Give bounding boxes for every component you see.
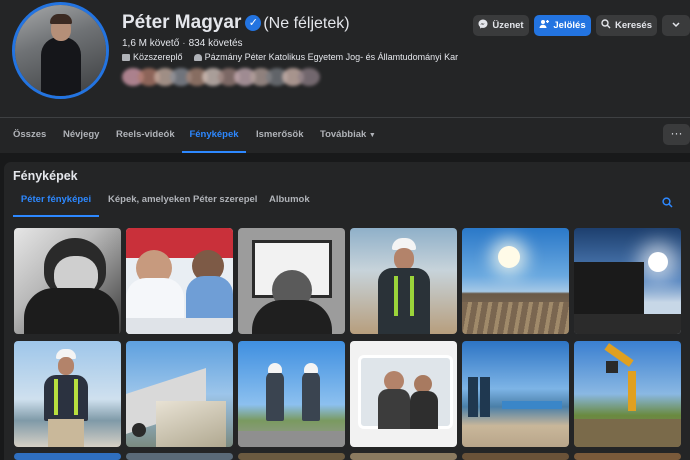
photo-thumbnail[interactable] bbox=[238, 453, 345, 460]
photo-ground bbox=[574, 419, 681, 447]
search-button-label: Keresés bbox=[615, 20, 652, 31]
message-button-label: Üzenet bbox=[492, 20, 524, 31]
verified-badge-icon: ✓ bbox=[245, 15, 262, 31]
photo-helmet bbox=[268, 363, 282, 373]
photo-excavator-boom bbox=[628, 371, 636, 411]
photo-sun bbox=[648, 252, 668, 272]
photos-search-icon[interactable] bbox=[662, 195, 673, 208]
photo-thumbnail[interactable] bbox=[238, 341, 345, 447]
friend-avatar bbox=[298, 68, 320, 86]
photo-thumbnail[interactable] bbox=[14, 341, 121, 447]
profile-education[interactable]: Pázmány Péter Katolikus Egyetem Jog- és … bbox=[205, 52, 459, 62]
photo-thumbnail[interactable] bbox=[574, 228, 681, 334]
tab-friends[interactable]: Ismerősök bbox=[256, 118, 304, 153]
avatar-figure bbox=[41, 37, 81, 96]
photo-thumbnail[interactable] bbox=[126, 341, 233, 447]
photo-table bbox=[126, 318, 233, 334]
tab-more[interactable]: Továbbiak ▼ bbox=[320, 118, 376, 153]
photo-thumbnail[interactable] bbox=[574, 341, 681, 447]
photo-water bbox=[502, 401, 562, 409]
messenger-icon bbox=[478, 19, 488, 32]
more-dots-button[interactable]: ··· bbox=[663, 124, 690, 145]
photo-wheel bbox=[132, 423, 146, 437]
tab-about[interactable]: Névjegy bbox=[63, 118, 99, 153]
photo-trousers bbox=[48, 419, 84, 447]
tag-button-label: Jelölés bbox=[553, 20, 586, 31]
photo-face bbox=[58, 357, 74, 375]
photo-excavator-bucket bbox=[606, 361, 618, 373]
photo-road bbox=[238, 431, 345, 447]
profile-avatar[interactable] bbox=[12, 2, 109, 99]
photo-jacket bbox=[410, 391, 438, 429]
photo-face bbox=[384, 371, 404, 391]
photo-thumbnail[interactable] bbox=[462, 341, 569, 447]
photo-shoulders bbox=[252, 300, 332, 334]
stats-separator: · bbox=[182, 38, 186, 49]
photo-jacket bbox=[378, 389, 410, 429]
more-dots-icon: ··· bbox=[670, 126, 683, 140]
photo-thumbnail[interactable] bbox=[126, 228, 233, 334]
photo-thumbnail[interactable] bbox=[350, 341, 457, 447]
graduation-cap-icon bbox=[193, 54, 202, 61]
photo-thumbnail[interactable] bbox=[350, 228, 457, 334]
followers-count[interactable]: 1,6 M követő bbox=[122, 38, 179, 49]
more-actions-button[interactable] bbox=[662, 15, 690, 36]
photo-vest-strip bbox=[410, 276, 414, 316]
following-count[interactable]: 834 követés bbox=[189, 38, 243, 49]
profile-role: Közszereplő bbox=[133, 52, 183, 62]
photo-sun bbox=[498, 246, 520, 268]
profile-info: Közszereplő Pázmány Péter Katolikus Egye… bbox=[122, 52, 458, 62]
photo-thumbnail[interactable] bbox=[350, 453, 457, 460]
subtab-albums[interactable]: Albumok bbox=[269, 186, 310, 217]
photo-person bbox=[480, 377, 490, 417]
photo-thumbnail[interactable] bbox=[126, 453, 233, 460]
photo-person bbox=[302, 371, 320, 421]
briefcase-icon bbox=[122, 54, 130, 61]
chevron-down-icon bbox=[672, 20, 680, 31]
photo-person bbox=[468, 377, 478, 417]
subtab-peter-photos[interactable]: Péter fényképei bbox=[13, 186, 99, 217]
photo-dust bbox=[156, 401, 226, 447]
photo-thumbnail[interactable] bbox=[462, 228, 569, 334]
profile-nickname: (Ne féljetek) bbox=[263, 15, 350, 32]
photo-vest-strip bbox=[54, 379, 58, 415]
photo-thumbnail[interactable] bbox=[574, 453, 681, 460]
photo-thumbnail[interactable] bbox=[462, 453, 569, 460]
caret-down-icon: ▼ bbox=[368, 132, 376, 139]
tag-button[interactable]: Jelölés bbox=[534, 15, 591, 36]
photo-face bbox=[394, 248, 414, 270]
photo-vest-strip bbox=[74, 379, 78, 415]
search-icon bbox=[601, 19, 611, 32]
photo-thumbnail[interactable] bbox=[238, 228, 345, 334]
photo-shoulders bbox=[24, 288, 119, 334]
profile-tabs: Összes Névjegy Reels-videók Fényképek Is… bbox=[0, 118, 690, 153]
photo-jacket bbox=[44, 375, 88, 421]
tab-reels[interactable]: Reels-videók bbox=[116, 118, 175, 153]
profile-name-text: Péter Magyar bbox=[122, 12, 242, 33]
avatar-hair bbox=[50, 14, 72, 24]
photo-helmet bbox=[304, 363, 318, 373]
photo-thumbnail[interactable] bbox=[14, 453, 121, 460]
photo-logs bbox=[462, 302, 569, 334]
tab-more-label: Továbbiak bbox=[320, 129, 367, 140]
photo-vest-strip bbox=[394, 276, 398, 316]
photos-title: Fényképek bbox=[13, 169, 78, 183]
add-person-icon bbox=[539, 19, 550, 32]
photo-ground bbox=[574, 314, 681, 334]
profile-name: Péter Magyar ✓ (Ne féljetek) bbox=[122, 12, 350, 34]
subtab-photos-of-peter[interactable]: Képek, amelyeken Péter szerepel bbox=[108, 186, 257, 217]
photo-person bbox=[266, 371, 284, 421]
message-button[interactable]: Üzenet bbox=[473, 15, 529, 36]
photo-jacket bbox=[378, 268, 430, 334]
tab-all[interactable]: Összes bbox=[13, 118, 46, 153]
tab-photos[interactable]: Fényképek bbox=[182, 118, 246, 153]
photo-thumbnail[interactable] bbox=[14, 228, 121, 334]
search-profile-button[interactable]: Keresés bbox=[596, 15, 657, 36]
profile-stats: 1,6 M követő · 834 követés bbox=[122, 38, 243, 49]
